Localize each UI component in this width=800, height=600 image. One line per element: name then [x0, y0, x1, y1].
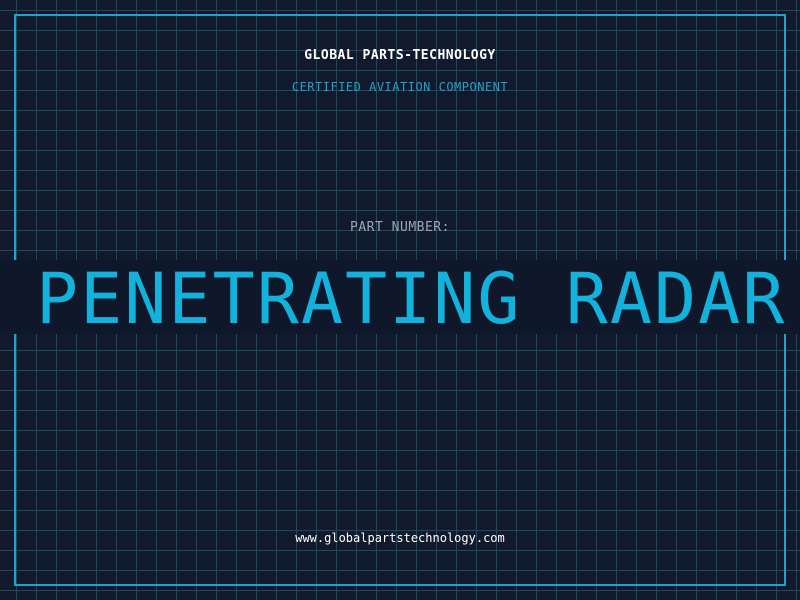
- certificate-card: GLOBAL PARTS-TECHNOLOGY CERTIFIED AVIATI…: [0, 0, 800, 600]
- website-link[interactable]: www.globalpartstechnology.com: [0, 531, 800, 545]
- part-number-label: PART NUMBER:: [350, 220, 450, 235]
- certification-tagline: CERTIFIED AVIATION COMPONENT: [291, 80, 509, 94]
- part-number-band: PENETRATING RADAR: [0, 260, 800, 334]
- company-name: GLOBAL PARTS-TECHNOLOGY: [304, 48, 496, 63]
- part-number-value: PENETRATING RADAR: [36, 260, 787, 334]
